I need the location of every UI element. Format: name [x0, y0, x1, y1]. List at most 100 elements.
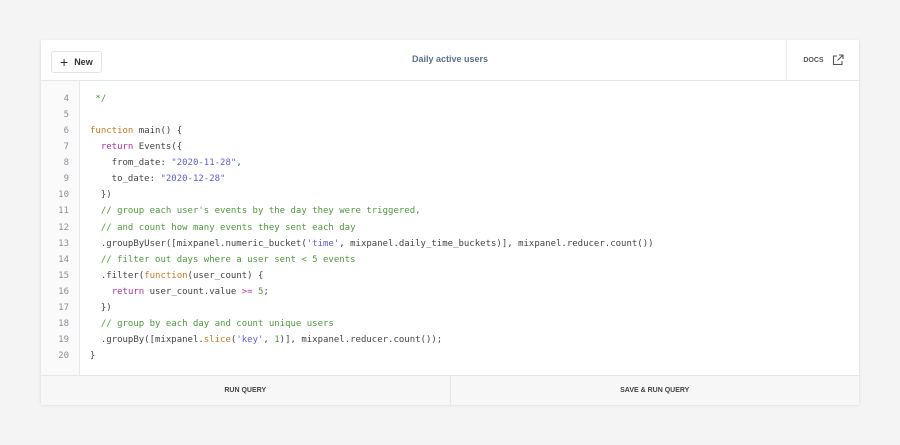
line-code: */	[90, 94, 106, 104]
run-query-button[interactable]: RUN QUERY	[41, 376, 450, 405]
code-token: // group by each day and count unique us…	[100, 318, 334, 329]
code-lines: 4 */ 5 6 function main() { 7 return Events({…	[41, 91, 859, 364]
code-token: , mixpanel.daily_time_buckets)], mixpane…	[339, 238, 654, 249]
line-code: return user_count.value >= 5;	[90, 287, 269, 297]
code-token: */	[90, 94, 107, 105]
code-line: 17 })	[41, 300, 859, 316]
line-code: .groupBy([mixpanel.slice('key', 1)], mix…	[90, 335, 442, 345]
line-code: }	[90, 351, 95, 361]
code-line: 16 return user_count.value >= 5;	[41, 284, 859, 300]
line-number: 11	[58, 206, 69, 217]
line-code: to_date: "2020-12-28"	[90, 174, 226, 185]
code-token: 'key'	[236, 334, 264, 345]
code-token: })	[90, 302, 112, 313]
code-line: 11 // group each user's events by the da…	[41, 203, 859, 219]
external-link-icon	[832, 54, 844, 66]
code-line: 5	[41, 107, 859, 123]
line-number: 6	[63, 126, 69, 137]
line-number: 12	[58, 222, 69, 233]
line-code: return Events({	[90, 142, 182, 152]
line-number: 19	[58, 334, 69, 345]
line-code: })	[90, 190, 112, 200]
line-code: function main() {	[90, 126, 182, 136]
line-number: 14	[58, 254, 69, 265]
code-line: 8 from_date: "2020-11-28",	[41, 155, 859, 171]
code-token: // and count how many events they sent e…	[100, 222, 356, 233]
code-token: 'time'	[306, 238, 340, 249]
code-token: slice	[203, 334, 231, 345]
plus-icon: +	[60, 54, 69, 70]
code-line: 6 function main() {	[41, 123, 859, 139]
code-token: ;	[263, 286, 269, 297]
code-token: )], mixpanel.reducer.count());	[279, 334, 443, 345]
code-token: .filter(	[90, 270, 145, 281]
code-line: 20}	[41, 348, 859, 364]
docs-link[interactable]: DOCS	[786, 40, 860, 80]
code-token: ,	[236, 158, 242, 169]
code-token: ,	[263, 334, 275, 345]
line-number: 8	[63, 158, 69, 169]
code-editor[interactable]: 4 */ 5 6 function main() { 7 return Events({…	[41, 81, 859, 375]
query-editor-card: + New Daily active users DOCS 4 */ 5 6 func…	[41, 40, 859, 405]
code-line: 19 .groupBy([mixpanel.slice('key', 1)], …	[41, 332, 859, 348]
line-number: 17	[58, 302, 69, 313]
line-number: 13	[58, 238, 69, 249]
line-code: .groupByUser([mixpanel.numeric_bucket('t…	[90, 239, 654, 249]
code-token: "2020-11-28"	[171, 158, 237, 169]
code-line: 7 return Events({	[41, 139, 859, 155]
line-code: })	[90, 303, 112, 313]
code-token: }	[90, 351, 96, 362]
code-token: "2020-12-28"	[160, 174, 226, 185]
code-token: // filter out days where a user sent < 5…	[100, 254, 356, 265]
code-line: 18 // group by each day and count unique…	[41, 316, 859, 332]
query-title: Daily active users	[411, 54, 489, 64]
line-code: // group each user's events by the day t…	[90, 206, 421, 216]
code-token: .groupBy([mixpanel.	[90, 334, 204, 345]
code-token: to_date:	[90, 174, 161, 185]
code-token: function	[144, 270, 188, 281]
code-line: 4 */	[41, 91, 859, 107]
line-number: 10	[58, 190, 69, 201]
code-token: return	[100, 142, 134, 153]
code-line: 10 })	[41, 187, 859, 203]
code-token: function	[90, 126, 134, 137]
save-and-run-query-button[interactable]: SAVE & RUN QUERY	[449, 376, 860, 405]
line-code: // group by each day and count unique us…	[90, 319, 334, 329]
code-token: (user_count) {	[187, 270, 264, 281]
code-token: >=	[241, 286, 253, 297]
line-code: from_date: "2020-11-28",	[90, 158, 242, 168]
code-token: return	[111, 286, 145, 297]
line-number: 18	[58, 318, 69, 329]
code-token: user_count.value	[144, 286, 242, 297]
line-number: 9	[63, 174, 69, 185]
line-number: 16	[58, 286, 69, 297]
code-line: 15 .filter(function(user_count) {	[41, 268, 859, 284]
code-line: 12 // and count how many events they sen…	[41, 220, 859, 236]
code-token: main() {	[133, 126, 183, 137]
new-button[interactable]: + New	[51, 51, 102, 73]
code-token: // group each user's events by the day t…	[100, 206, 421, 217]
code-token: })	[90, 190, 112, 201]
code-line: 9 to_date: "2020-12-28"	[41, 171, 859, 187]
editor-footer: RUN QUERY SAVE & RUN QUERY	[41, 375, 859, 405]
line-code: .filter(function(user_count) {	[90, 270, 264, 281]
line-code: // and count how many events they sent e…	[90, 223, 356, 233]
code-line: 14 // filter out days where a user sent …	[41, 252, 859, 268]
code-token: .groupByUser([mixpanel.numeric_bucket(	[90, 238, 307, 249]
line-number: 15	[58, 270, 69, 281]
new-button-label: New	[74, 57, 93, 67]
line-number: 20	[58, 351, 69, 362]
docs-label: DOCS	[803, 56, 824, 64]
line-number: 5	[63, 110, 69, 121]
line-number: 7	[63, 142, 69, 153]
editor-header: + New Daily active users DOCS	[41, 40, 859, 81]
code-line: 13 .groupByUser([mixpanel.numeric_bucket…	[41, 236, 859, 252]
code-token: Events({	[133, 142, 183, 153]
line-code: // filter out days where a user sent < 5…	[90, 255, 356, 265]
